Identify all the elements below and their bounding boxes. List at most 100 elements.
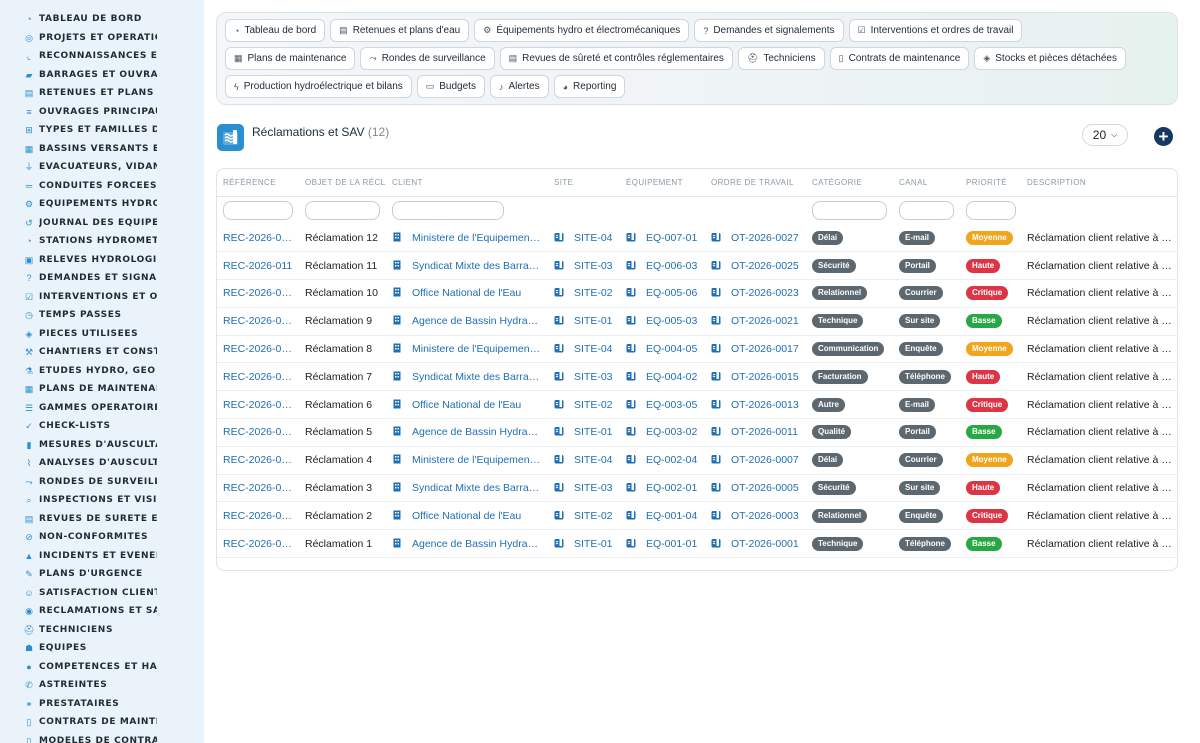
sidebar-item[interactable]: ◔ TABLEAU DE BORD — [0, 10, 204, 29]
sidebar-item[interactable]: ⌕ INSPECTIONS ET VISITES — [0, 491, 204, 510]
table-row[interactable]: REC-2026-010 Réclamation 10 Office Nationa… — [217, 279, 1177, 308]
column-header[interactable]: CLIENT — [386, 169, 548, 197]
site-link[interactable]: SITE-01 — [574, 315, 613, 327]
table-row[interactable]: REC-2026-012 Réclamation 12 Ministere de l… — [217, 224, 1177, 253]
reference-link[interactable]: REC-2026-010 — [217, 279, 299, 308]
sidebar-item[interactable]: ◷ TEMPS PASSÉS — [0, 306, 204, 325]
site-cell[interactable]: SITE-02 — [548, 279, 620, 308]
work-order-link[interactable]: OT-2026-0025 — [731, 260, 799, 272]
client-cell[interactable]: Office National de l'Eau — [386, 279, 548, 308]
equipment-cell[interactable]: EQ-004-05 — [620, 335, 705, 364]
module-button[interactable]: ◈ Stocks et pièces détachées — [974, 47, 1126, 70]
column-header[interactable]: ORDRE DE TRAVAIL — [705, 169, 806, 197]
equipment-link[interactable]: EQ-002-04 — [646, 454, 697, 466]
equipment-cell[interactable]: EQ-001-04 — [620, 501, 705, 531]
site-link[interactable]: SITE-04 — [574, 454, 613, 466]
equipment-link[interactable]: EQ-004-05 — [646, 343, 697, 355]
work-order-cell[interactable]: OT-2026-0013 — [705, 390, 806, 420]
module-button[interactable]: ⚙ Équipements hydro et électromécaniques — [474, 19, 690, 42]
client-link[interactable]: Ministere de l'Equipement et de l'Eau — [412, 343, 548, 355]
work-order-cell[interactable]: OT-2026-0027 — [705, 224, 806, 253]
client-link[interactable]: Office National de l'Eau — [412, 287, 521, 299]
work-order-link[interactable]: OT-2026-0013 — [731, 399, 799, 411]
equipment-link[interactable]: EQ-004-02 — [646, 371, 697, 383]
site-cell[interactable]: SITE-03 — [548, 474, 620, 503]
work-order-cell[interactable]: OT-2026-0011 — [705, 418, 806, 447]
column-filter-input[interactable] — [392, 200, 504, 220]
sidebar-item[interactable]: ☺ SATISFACTION CLIENT — [0, 584, 204, 603]
module-button[interactable]: ♪ Alertes — [489, 75, 549, 98]
sidebar-item[interactable]: ⚭ PRESTATAIRES — [0, 695, 204, 714]
equipment-cell[interactable]: EQ-003-05 — [620, 390, 705, 420]
module-button[interactable]: ϟ Production hydroélectrique et bilans — [225, 75, 412, 98]
work-order-link[interactable]: OT-2026-0027 — [731, 232, 799, 244]
sidebar-item[interactable]: ▰ BARRAGES ET OUVRAGES — [0, 66, 204, 85]
table-row[interactable]: REC-2026-009 Réclamation 9 Agence de Bassi… — [217, 307, 1177, 336]
sidebar-item[interactable]: ▮ MESURES D'AUSCULTATION — [0, 436, 204, 455]
client-cell[interactable]: Agence de Bassin Hydraulique — [386, 307, 548, 336]
work-order-cell[interactable]: OT-2026-0021 — [705, 307, 806, 336]
work-order-link[interactable]: OT-2026-0003 — [731, 510, 799, 522]
client-link[interactable]: Syndicat Mixte des Barrages — [412, 260, 546, 272]
client-link[interactable]: Office National de l'Eau — [412, 399, 521, 411]
site-cell[interactable]: SITE-04 — [548, 224, 620, 253]
client-cell[interactable]: Office National de l'Eau — [386, 390, 548, 420]
sidebar-item[interactable]: ◎ PROJETS ET OPÉRATIONS — [0, 29, 204, 48]
equipment-cell[interactable]: EQ-002-04 — [620, 446, 705, 475]
equipment-cell[interactable]: EQ-005-03 — [620, 307, 705, 336]
equipment-link[interactable]: EQ-003-02 — [646, 426, 697, 438]
reference-link[interactable]: REC-2026-011 — [217, 251, 299, 281]
site-link[interactable]: SITE-01 — [574, 426, 613, 438]
sidebar-item[interactable]: ◉ RÉCLAMATIONS ET SAV — [0, 602, 204, 621]
module-button[interactable]: ⛑ Techniciens — [737, 47, 825, 70]
site-link[interactable]: SITE-02 — [574, 510, 613, 522]
reference-link[interactable]: REC-2026-007 — [217, 362, 299, 392]
column-header[interactable]: DESCRIPTION — [1021, 169, 1177, 197]
sidebar-item[interactable]: ⊞ TYPES ET FAMILLES D'OUVRAGES — [0, 121, 204, 140]
work-order-cell[interactable]: OT-2026-0023 — [705, 279, 806, 308]
work-order-cell[interactable]: OT-2026-0003 — [705, 501, 806, 531]
client-link[interactable]: Office National de l'Eau — [412, 510, 521, 522]
sidebar-item[interactable]: ⌞ RECONNAISSANCES ET VISITES — [0, 47, 204, 66]
work-order-cell[interactable]: OT-2026-0015 — [705, 362, 806, 392]
column-header[interactable]: CANAL — [893, 169, 960, 197]
sidebar-item[interactable]: ⤳ RONDES DE SURVEILLANCE — [0, 473, 204, 492]
reference-link[interactable]: REC-2026-008 — [217, 335, 299, 364]
site-link[interactable]: SITE-03 — [574, 482, 613, 494]
client-cell[interactable]: Syndicat Mixte des Barrages — [386, 362, 548, 392]
column-header[interactable]: OBJET DE LA RÉCLAMATION — [299, 169, 386, 197]
site-cell[interactable]: SITE-01 — [548, 418, 620, 447]
equipment-link[interactable]: EQ-007-01 — [646, 232, 697, 244]
sidebar-item[interactable]: ▯ MODÈLES DE CONTRATS — [0, 732, 204, 743]
column-filter-input[interactable] — [305, 200, 380, 220]
work-order-cell[interactable]: OT-2026-0005 — [705, 474, 806, 503]
sidebar-item[interactable]: ⏚ ÉVACUATEURS, VIDANGES — [0, 158, 204, 177]
sidebar-item[interactable]: ↺ JOURNAL DES ÉQUIPEMENTS — [0, 214, 204, 233]
module-button[interactable]: ☑ Interventions et ordres de travail — [848, 19, 1023, 42]
client-cell[interactable]: Ministere de l'Equipement et de l'Eau — [386, 224, 548, 253]
site-link[interactable]: SITE-04 — [574, 232, 613, 244]
reference-link[interactable]: REC-2026-002 — [217, 501, 299, 531]
work-order-link[interactable]: OT-2026-0015 — [731, 371, 799, 383]
add-button[interactable]: + — [1154, 127, 1173, 146]
sidebar-item[interactable]: ▦ BASSINS VERSANTS ET AFFLUENTS — [0, 140, 204, 159]
sidebar-item[interactable]: ⚒ CHANTIERS ET CONSTRUCTIONS — [0, 343, 204, 362]
sidebar-item[interactable]: ⊘ NON-CONFORMITÉS — [0, 528, 204, 547]
column-filter-input[interactable] — [899, 200, 954, 220]
sidebar-item[interactable]: ☰ GAMMES OPÉRATOIRES — [0, 399, 204, 418]
module-button[interactable]: ? Demandes et signalements — [694, 19, 844, 42]
site-cell[interactable]: SITE-02 — [548, 390, 620, 420]
sidebar-item[interactable]: ◔ STATIONS HYDROMÉTRIQUES — [0, 232, 204, 251]
site-link[interactable]: SITE-02 — [574, 287, 613, 299]
client-link[interactable]: Agence de Bassin Hydraulique — [412, 315, 548, 327]
site-link[interactable]: SITE-04 — [574, 343, 613, 355]
module-button[interactable]: ▯ Contrats de maintenance — [829, 47, 970, 70]
sidebar-item[interactable]: ⚗ ÉTUDES HYDRO, GÉO ET ENVIRONNEMENT — [0, 362, 204, 381]
equipment-cell[interactable]: EQ-006-03 — [620, 251, 705, 281]
column-header[interactable]: ÉQUIPEMENT — [620, 169, 705, 197]
table-row[interactable]: REC-2026-004 Réclamation 4 Ministere de l'… — [217, 446, 1177, 475]
sidebar-item[interactable]: ⌇ ANALYSES D'AUSCULTATION — [0, 454, 204, 473]
sidebar-item[interactable]: ═ CONDUITES FORCÉES ET GALERIES — [0, 177, 204, 196]
equipment-cell[interactable]: EQ-002-01 — [620, 474, 705, 503]
sidebar-item[interactable]: ? DEMANDES ET SIGNALEMENTS — [0, 269, 204, 288]
